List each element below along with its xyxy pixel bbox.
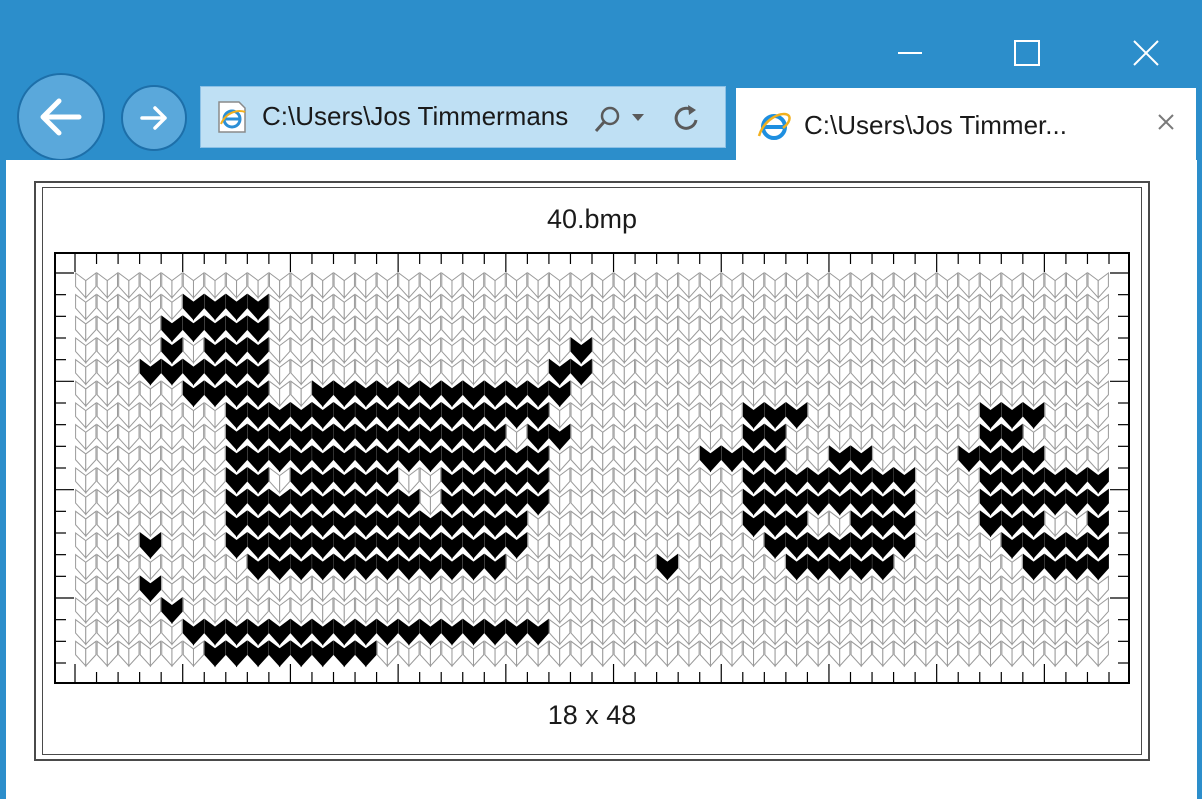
minimize-button[interactable] <box>878 24 942 82</box>
address-text: C:\Users\Jos Timmermans <box>262 101 569 131</box>
title-bar: C:\Users\Jos Timmermans C:\Users\Jos Tim… <box>0 0 1202 161</box>
close-icon <box>1133 40 1159 66</box>
search-icon[interactable] <box>593 104 623 134</box>
maximize-icon <box>1014 40 1040 66</box>
maximize-button[interactable] <box>995 24 1059 82</box>
knitting-chart-svg <box>54 252 1130 684</box>
forward-arrow-icon <box>140 106 167 130</box>
knitting-chart <box>54 252 1130 684</box>
image-title: 40.bmp <box>546 204 638 234</box>
ie-logo-icon <box>757 112 791 140</box>
browser-window: C:\Users\Jos Timmermans C:\Users\Jos Tim… <box>0 0 1202 799</box>
refresh-icon[interactable] <box>671 103 701 133</box>
minimize-icon <box>898 52 922 54</box>
tab-close-button[interactable] <box>1146 102 1186 142</box>
close-icon <box>1158 114 1174 130</box>
page-content: 40.bmp 18 x 48 <box>6 160 1197 799</box>
browser-tab[interactable]: C:\Users\Jos Timmer... <box>736 88 1196 160</box>
tab-title: C:\Users\Jos Timmer... <box>804 110 1067 140</box>
ie-page-icon <box>218 101 246 133</box>
back-arrow-icon <box>40 98 82 136</box>
address-bar[interactable]: C:\Users\Jos Timmermans <box>200 86 726 148</box>
image-size: 18 x 48 <box>547 700 637 730</box>
dropdown-arrow-icon[interactable] <box>631 113 645 123</box>
forward-button[interactable] <box>121 85 187 151</box>
back-button[interactable] <box>17 73 105 161</box>
window-border-right <box>1197 0 1202 799</box>
close-button[interactable] <box>1114 24 1178 82</box>
window-border-left <box>0 0 6 799</box>
